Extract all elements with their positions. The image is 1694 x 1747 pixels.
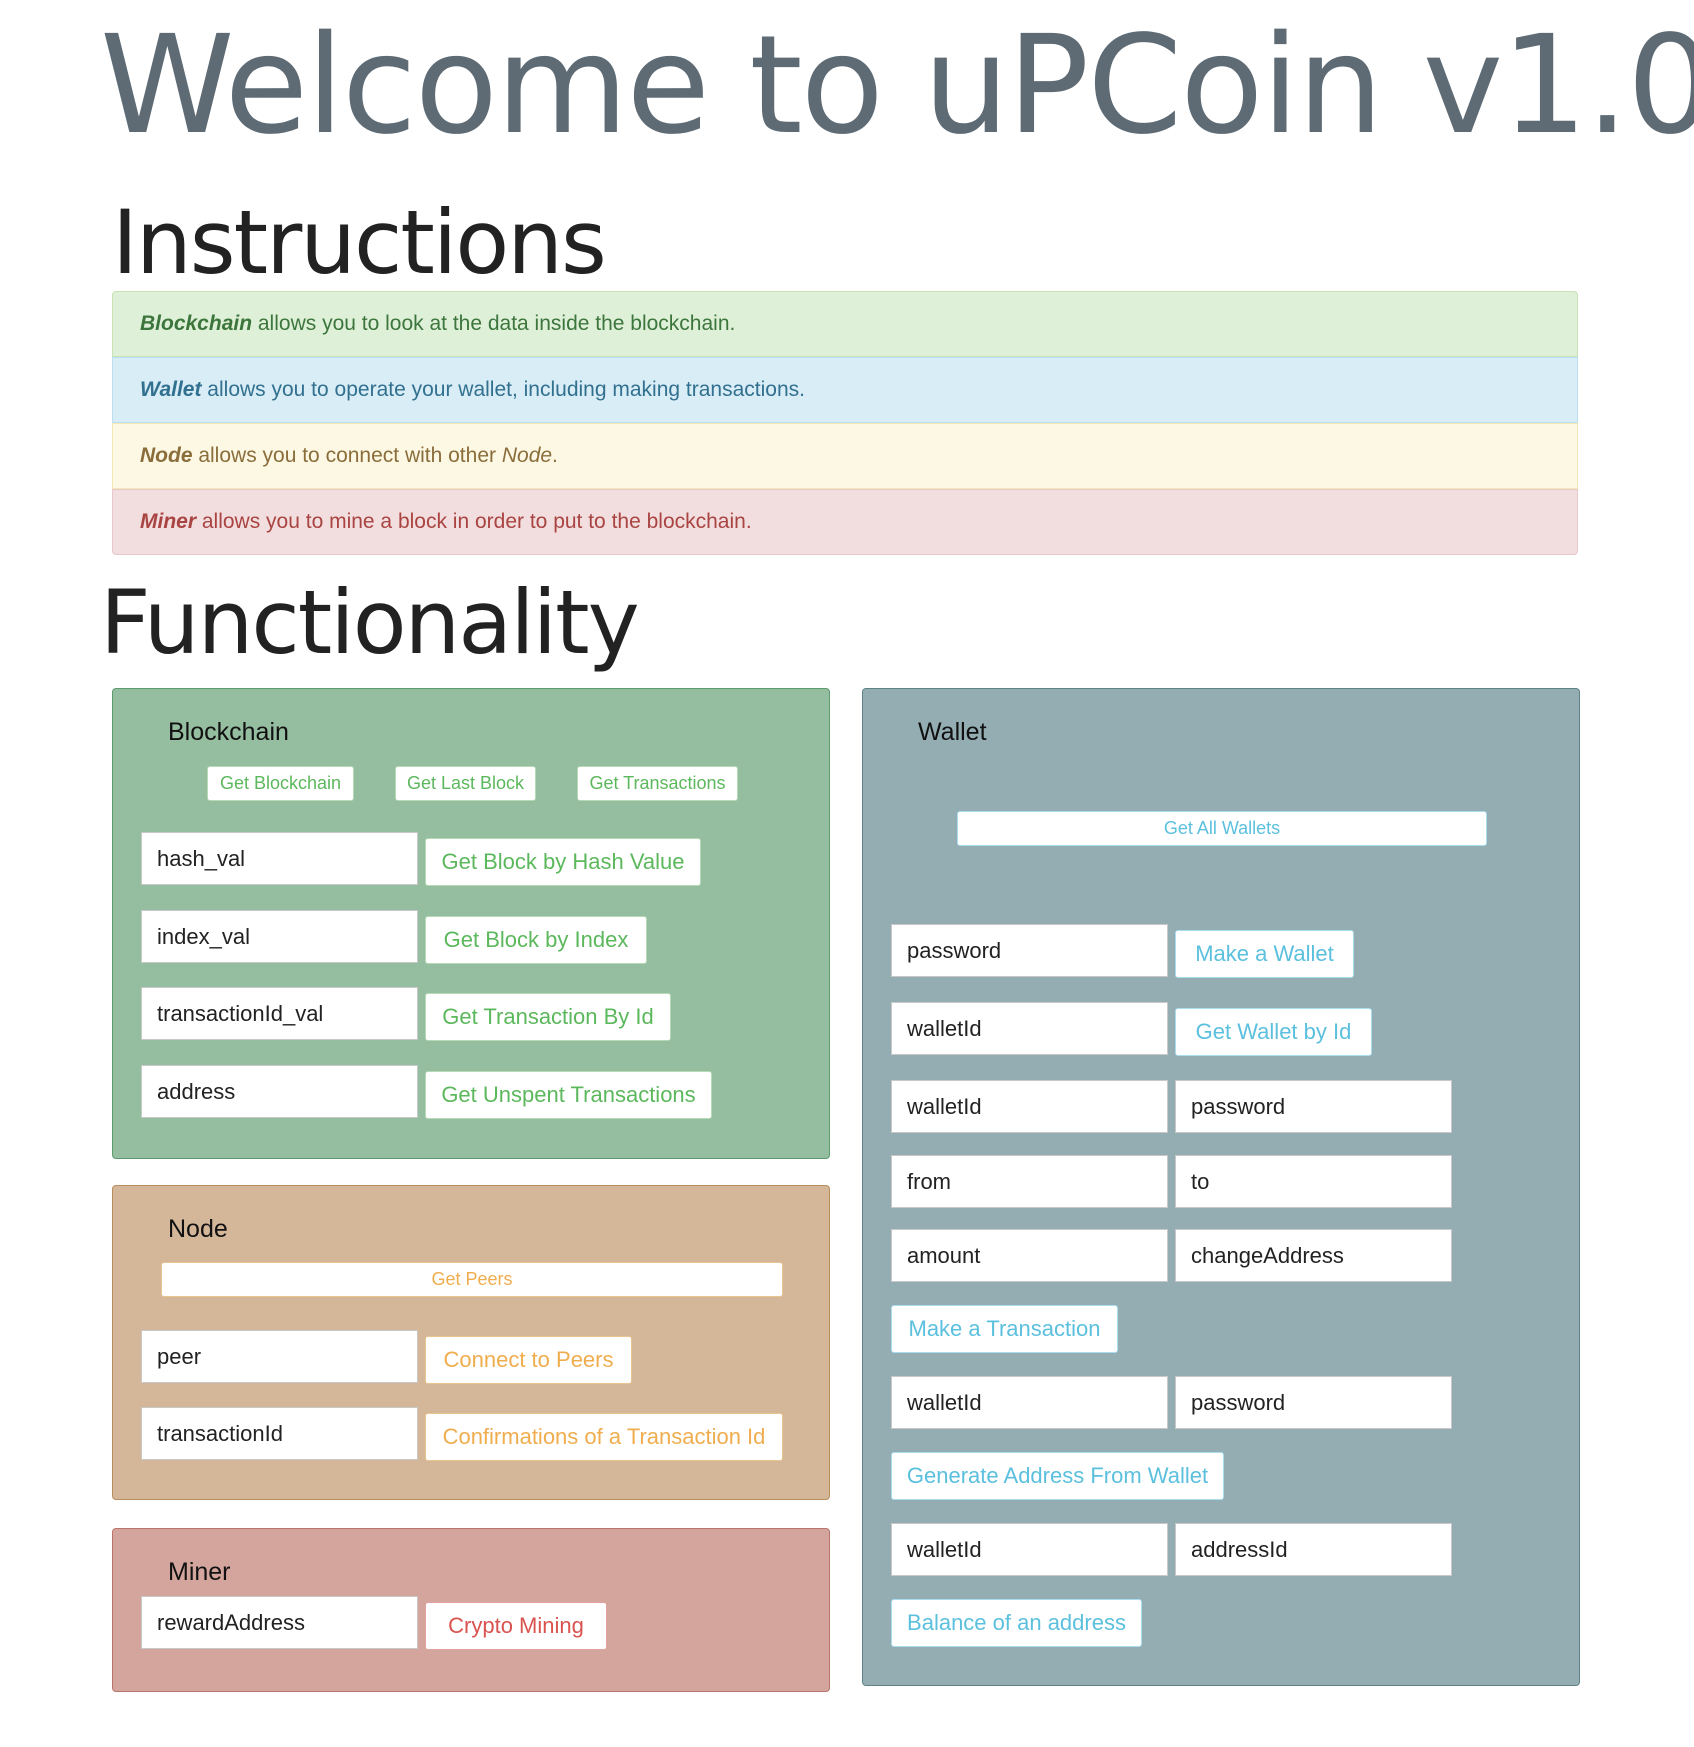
get-peers-button[interactable]: Get Peers — [161, 1262, 783, 1297]
instruction-miner: Miner allows you to mine a block in orde… — [112, 489, 1578, 555]
instruction-term: Blockchain — [140, 312, 253, 335]
address-input[interactable]: address — [141, 1065, 418, 1118]
page-title: Welcome to uPCoin v1.0! — [100, 7, 1694, 165]
transaction-id-val-input[interactable]: transactionId_val — [141, 987, 418, 1040]
from-input[interactable]: from — [891, 1155, 1168, 1208]
password-input[interactable]: password — [891, 924, 1168, 977]
balance-of-address-button[interactable]: Balance of an address — [891, 1599, 1142, 1647]
instruction-emphasis: Node — [501, 444, 553, 467]
blockchain-panel-title: Blockchain — [168, 718, 289, 746]
instruction-text: allows you to operate your wallet, inclu… — [201, 378, 805, 401]
get-blockchain-button[interactable]: Get Blockchain — [207, 766, 354, 801]
hash-val-input[interactable]: hash_val — [141, 832, 418, 885]
instructions-heading: Instructions — [112, 191, 607, 294]
transaction-wallet-id-input[interactable]: walletId — [891, 1080, 1168, 1133]
peer-input[interactable]: peer — [141, 1330, 418, 1383]
address-id-input[interactable]: addressId — [1175, 1523, 1452, 1576]
change-address-input[interactable]: changeAddress — [1175, 1229, 1452, 1282]
get-unspent-transactions-button[interactable]: Get Unspent Transactions — [425, 1071, 712, 1119]
generate-password-input[interactable]: password — [1175, 1376, 1452, 1429]
generate-address-button[interactable]: Generate Address From Wallet — [891, 1452, 1224, 1500]
crypto-mining-button[interactable]: Crypto Mining — [425, 1602, 607, 1650]
make-wallet-button[interactable]: Make a Wallet — [1175, 930, 1354, 978]
get-block-by-index-button[interactable]: Get Block by Index — [425, 916, 647, 964]
instruction-blockchain: Blockchain allows you to look at the dat… — [112, 291, 1578, 357]
get-all-wallets-button[interactable]: Get All Wallets — [957, 811, 1487, 846]
make-transaction-button[interactable]: Make a Transaction — [891, 1305, 1118, 1353]
blockchain-panel: Blockchain Get Blockchain Get Last Block… — [112, 688, 830, 1159]
get-transaction-by-id-button[interactable]: Get Transaction By Id — [425, 993, 671, 1041]
instruction-text: allows you to look at the data inside th… — [252, 312, 736, 335]
node-panel: Node Get Peers peer Connect to Peers tra… — [112, 1185, 830, 1500]
instruction-term: Miner — [140, 510, 197, 533]
to-input[interactable]: to — [1175, 1155, 1452, 1208]
transaction-password-input[interactable]: password — [1175, 1080, 1452, 1133]
generate-wallet-id-input[interactable]: walletId — [891, 1376, 1168, 1429]
amount-input[interactable]: amount — [891, 1229, 1168, 1282]
instruction-text: allows you to mine a block in order to p… — [196, 510, 752, 533]
get-last-block-button[interactable]: Get Last Block — [395, 766, 536, 801]
miner-panel-title: Miner — [168, 1558, 231, 1586]
get-wallet-by-id-button[interactable]: Get Wallet by Id — [1175, 1008, 1372, 1056]
instruction-wallet: Wallet allows you to operate your wallet… — [112, 357, 1578, 423]
confirmations-button[interactable]: Confirmations of a Transaction Id — [425, 1413, 783, 1461]
wallet-panel-title: Wallet — [918, 718, 987, 746]
get-transactions-button[interactable]: Get Transactions — [577, 766, 738, 801]
index-val-input[interactable]: index_val — [141, 910, 418, 963]
balance-wallet-id-input[interactable]: walletId — [891, 1523, 1168, 1576]
functionality-heading: Functionality — [100, 571, 640, 674]
instruction-node: Node allows you to connect with other No… — [112, 423, 1578, 489]
wallet-panel: Wallet Get All Wallets password Make a W… — [862, 688, 1580, 1686]
connect-to-peers-button[interactable]: Connect to Peers — [425, 1336, 632, 1384]
node-panel-title: Node — [168, 1215, 228, 1243]
wallet-id-input[interactable]: walletId — [891, 1002, 1168, 1055]
instruction-term: Node — [140, 444, 193, 467]
miner-panel: Miner rewardAddress Crypto Mining — [112, 1528, 830, 1692]
instruction-text: allows you to connect with other — [192, 444, 502, 467]
instruction-term: Wallet — [140, 378, 202, 401]
reward-address-input[interactable]: rewardAddress — [141, 1596, 418, 1649]
instruction-tail: . — [552, 444, 558, 467]
transaction-id-input[interactable]: transactionId — [141, 1407, 418, 1460]
get-block-by-hash-button[interactable]: Get Block by Hash Value — [425, 838, 701, 886]
